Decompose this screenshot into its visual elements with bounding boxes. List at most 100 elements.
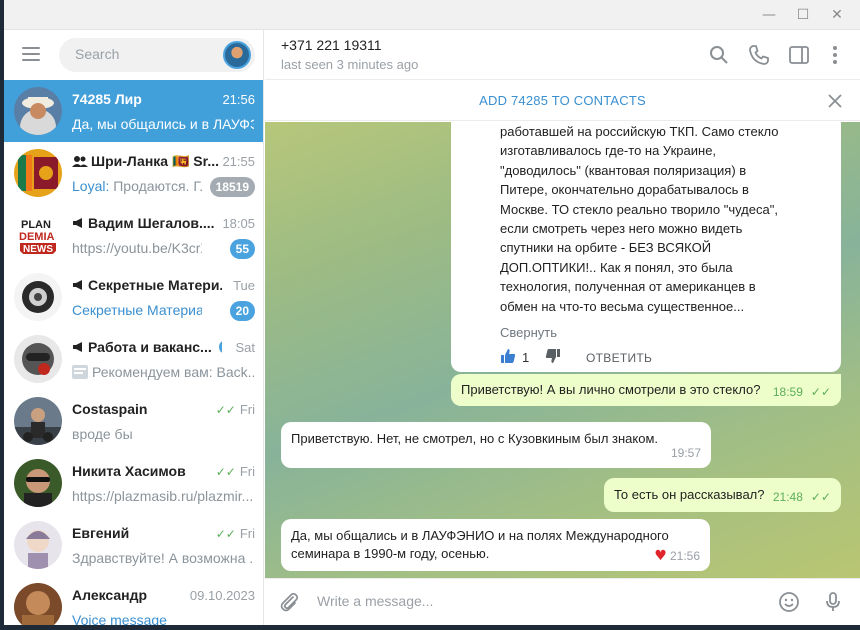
channel-chat-name: Работа и ваканс... — [72, 339, 222, 355]
message-time: ♥ 21:56 — [654, 548, 700, 564]
chat-preview: Voice message — [72, 612, 167, 625]
incoming-message-bubble[interactable]: Приветствую. Нет, не смотрел, но с Кузов… — [281, 422, 711, 468]
chat-time: Tue — [233, 278, 255, 293]
chat-name: Вадим Шегалов.... — [88, 215, 215, 231]
reply-button[interactable]: ОТВЕТИТЬ — [586, 349, 652, 367]
megaphone-icon — [73, 218, 82, 228]
close-button[interactable]: ✕ — [822, 4, 852, 26]
avatar — [14, 335, 62, 383]
chat-item[interactable]: Costaspain ✓✓ Fri вроде бы — [4, 390, 263, 452]
add-to-contacts-link[interactable]: ADD 74285 TO CONTACTS — [265, 93, 860, 108]
search-icon[interactable] — [707, 43, 731, 67]
microphone-icon[interactable] — [821, 590, 845, 614]
avatar — [14, 149, 62, 197]
message-area[interactable]: работавшей на российскую ТКП. Само стекл… — [265, 122, 860, 578]
add-contact-bar: ADD 74285 TO CONTACTS — [265, 81, 860, 121]
chat-list-sidebar: 74285 Лир 21:56 Да, мы общались и в ЛАУФ… — [4, 30, 264, 625]
search-input[interactable] — [75, 46, 215, 62]
chat-item[interactable]: PLAN DEMIA NEWS Вадим Шегалов.... 18:05 ht… — [4, 204, 263, 266]
chat-time: 18:05 — [222, 216, 255, 231]
message-input[interactable] — [317, 593, 717, 609]
chat-time: 21:55 — [222, 154, 255, 169]
preview-sender: Loyal: — [72, 178, 110, 194]
conversation-pane: +371 221 19311 last seen 3 minutes ago A… — [265, 30, 860, 625]
peer-status: last seen 3 minutes ago — [281, 57, 419, 72]
chat-time: ✓✓ Fri — [215, 464, 255, 479]
forwarded-message-text: работавшей на российскую ТКП. Само стекл… — [500, 124, 779, 314]
chat-time: ✓✓ Fri — [215, 526, 255, 541]
avatar — [14, 459, 62, 507]
read-ticks-icon: ✓✓ — [810, 385, 831, 399]
incoming-message-bubble[interactable]: Да, мы общались и в ЛАУФЭНИО и на полях … — [281, 519, 710, 571]
message-time: 18:59 ✓✓ — [772, 385, 831, 399]
unread-badge: 18519 — [209, 177, 255, 197]
outgoing-message-bubble[interactable]: Приветствую! А вы лично смотрели в это с… — [451, 374, 841, 406]
thumbs-up-icon[interactable] — [500, 348, 516, 364]
chat-name: Шри-Ланка 🇱🇰 Sr... — [91, 153, 219, 169]
chat-item[interactable]: Секретные Матери... Tue Секретные Матери… — [4, 266, 263, 328]
channel-chat-name: Вадим Шегалов.... — [72, 215, 215, 231]
chat-item[interactable]: Александр 09.10.2023 Voice message — [4, 576, 263, 625]
emoji-icon[interactable] — [777, 590, 801, 614]
collapse-link[interactable]: Свернуть — [500, 324, 557, 342]
unread-badge: 55 — [229, 239, 255, 259]
forwarded-message-bubble[interactable]: работавшей на российскую ТКП. Само стекл… — [451, 122, 841, 372]
heart-reaction-icon[interactable]: ♥ — [654, 548, 667, 564]
chat-time: Sat — [235, 340, 255, 355]
megaphone-icon — [73, 280, 82, 290]
telegram-window: — ☐ ✕ 74285 Лир 21:56 Да, мы общались и … — [4, 0, 860, 625]
chat-item[interactable]: Работа и ваканс... Sat Рекомендуем вам: … — [4, 328, 263, 390]
read-ticks-icon: ✓✓ — [215, 527, 236, 541]
message-text: Да, мы общались и в ЛАУФЭНИО и на полях … — [291, 528, 669, 543]
message-text: семинара в 1990-м году, осенью. — [291, 546, 490, 561]
minimize-button[interactable]: — — [754, 4, 784, 26]
chat-time: 21:56 — [222, 92, 255, 107]
chat-item[interactable]: 74285 Лир 21:56 Да, мы общались и в ЛАУФ… — [4, 80, 263, 142]
chat-item[interactable]: Шри-Ланка 🇱🇰 Sr... 21:55 Loyal: Продаютс… — [4, 142, 263, 204]
search-box[interactable] — [59, 38, 255, 72]
sidebar-toggle-icon[interactable] — [787, 43, 811, 67]
chat-item[interactable]: Никита Хасимов ✓✓ Fri https://plazmasib.r… — [4, 452, 263, 514]
close-icon[interactable] — [826, 92, 844, 110]
peer-name[interactable]: +371 221 19311 — [281, 37, 382, 53]
chat-name: Costaspain — [72, 401, 148, 417]
message-time: 19:57 — [670, 446, 701, 460]
stories-avatar[interactable] — [223, 41, 251, 69]
read-ticks-icon: ✓✓ — [215, 403, 236, 417]
sidebar-top — [4, 30, 263, 80]
message-time: 21:48 ✓✓ — [772, 490, 831, 504]
preview-text: Продаются. Г... — [109, 178, 202, 194]
chat-header: +371 221 19311 last seen 3 minutes ago — [265, 30, 860, 80]
chat-preview: https://youtu.be/K3crXt... — [72, 240, 202, 256]
chat-preview: Здравствуйте! А возможна ... — [72, 550, 254, 566]
message-text: То есть он рассказывал? — [614, 487, 765, 502]
message-text: Приветствую! А вы лично смотрели в это с… — [461, 382, 761, 397]
chat-name: 74285 Лир — [72, 91, 142, 107]
chat-name: Работа и ваканс... — [88, 339, 212, 355]
chat-preview: https://plazmasib.ru/plazmir... — [72, 488, 254, 504]
outgoing-message-bubble[interactable]: То есть он рассказывал? 21:48 ✓✓ — [604, 478, 841, 512]
preview-text: Рекомендуем вам: Back... — [92, 364, 254, 380]
read-ticks-icon: ✓✓ — [215, 465, 236, 479]
group-icon — [72, 156, 88, 167]
chat-preview: Loyal: Продаются. Г... — [72, 178, 202, 194]
message-composer — [265, 578, 860, 625]
phone-icon[interactable] — [747, 43, 771, 67]
chat-item[interactable]: Евгений ✓✓ Fri Здравствуйте! А возможна .… — [4, 514, 263, 576]
hamburger-menu-icon[interactable] — [22, 47, 40, 61]
chat-preview: Секретные Материалы... — [72, 302, 202, 318]
message-text: Приветствую. Нет, не смотрел, но с Кузов… — [291, 431, 659, 446]
minimize-icon: — — [762, 7, 776, 23]
chat-name: Никита Хасимов — [72, 463, 186, 479]
group-chat-name: Шри-Ланка 🇱🇰 Sr... — [72, 153, 219, 170]
thumbs-down-icon[interactable] — [545, 348, 561, 364]
more-vertical-icon[interactable] — [823, 43, 847, 67]
avatar: PLAN DEMIA NEWS — [14, 211, 62, 259]
megaphone-icon — [73, 342, 82, 352]
chat-time: ✓✓ Fri — [215, 402, 255, 417]
preview-thumbnail-icon — [72, 365, 88, 379]
maximize-button[interactable]: ☐ — [788, 4, 818, 26]
attach-icon[interactable] — [277, 590, 301, 614]
chat-time: 09.10.2023 — [189, 588, 255, 603]
unread-badge: 20 — [229, 301, 255, 321]
